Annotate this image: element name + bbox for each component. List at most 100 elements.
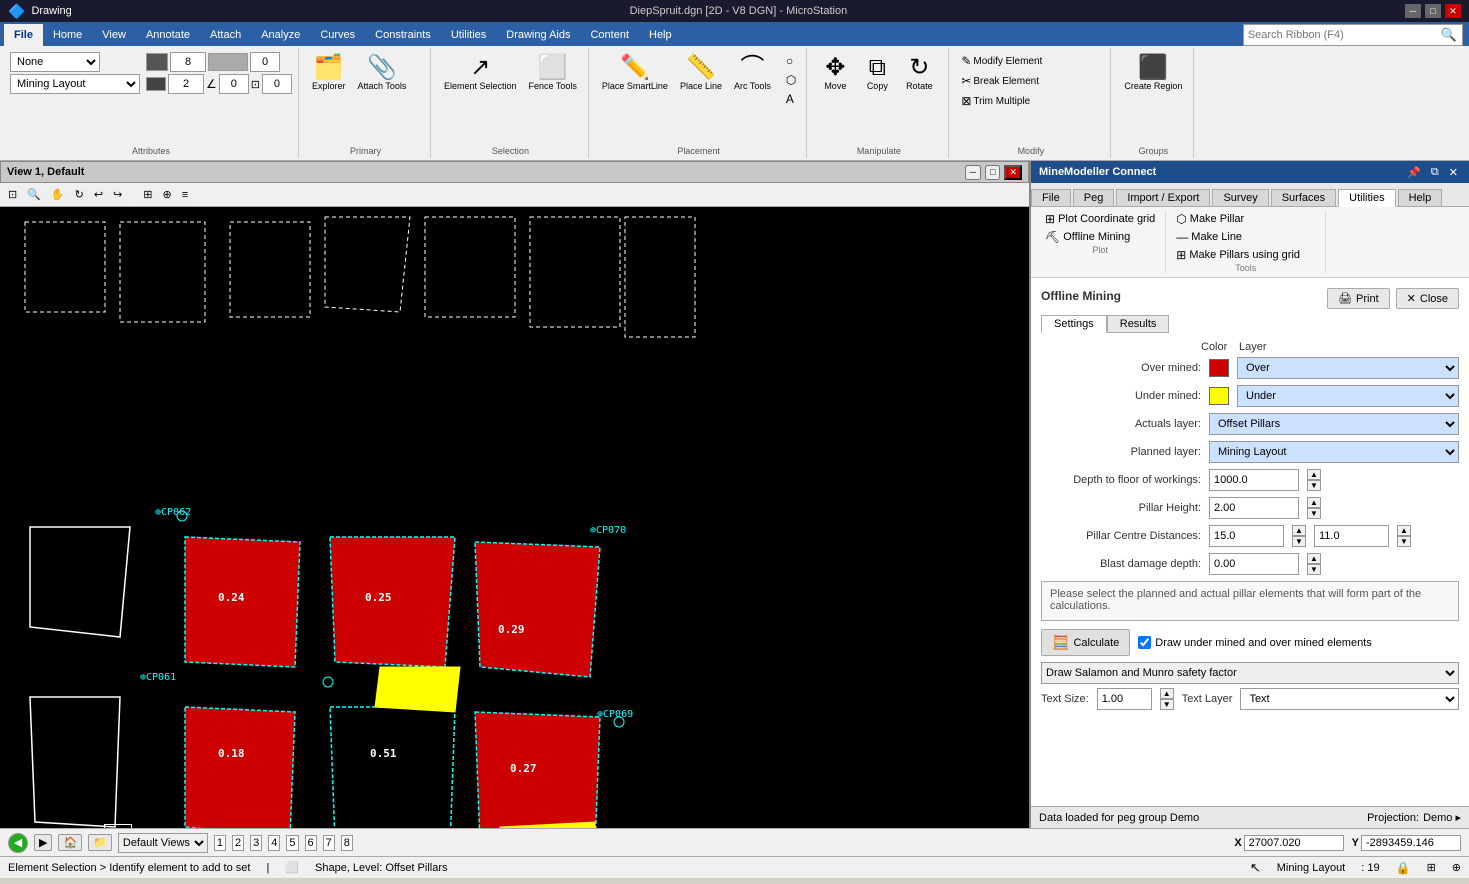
tab-home[interactable]: Home (43, 24, 92, 46)
vt-zoom-button[interactable]: 🔍 (23, 186, 45, 203)
settings-tab[interactable]: Settings (1041, 315, 1107, 333)
page-6[interactable]: 6 (305, 835, 317, 851)
mine-tab-help[interactable]: Help (1398, 189, 1443, 206)
mine-tab-file[interactable]: File (1031, 189, 1071, 206)
weight-swatch[interactable] (146, 77, 166, 91)
demo-button[interactable]: Demo ▸ (1423, 811, 1461, 824)
pillar-centre-v2-down-button[interactable]: ▼ (1397, 536, 1411, 547)
text-layer-select[interactable]: Text (1240, 688, 1459, 710)
mine-tab-surfaces[interactable]: Surfaces (1271, 189, 1336, 206)
results-tab[interactable]: Results (1107, 315, 1170, 333)
pillar-centre-v2-up-button[interactable]: ▲ (1397, 525, 1411, 536)
pillar-centre-v1-down-button[interactable]: ▼ (1292, 536, 1306, 547)
plot-coordinate-grid-button[interactable]: ⊞ Plot Coordinate grid (1043, 211, 1157, 227)
depth-input[interactable] (1209, 469, 1299, 491)
pillar-height-input[interactable] (1209, 497, 1299, 519)
vt-grid-button[interactable]: ⊞ (139, 186, 156, 203)
viewport-canvas[interactable]: ⊕CP062 ⊕CP070 ⊕CP061 ⊕CP069 0.24 0.25 0.… (0, 207, 1029, 828)
pillar-centre-v1-input[interactable] (1209, 525, 1284, 547)
text-size-down-button[interactable]: ▼ (1160, 699, 1174, 710)
trim-multiple-button[interactable]: ⊠ Trim Multiple (957, 92, 1104, 110)
over-mined-color-picker[interactable] (1209, 359, 1229, 377)
tab-curves[interactable]: Curves (310, 24, 365, 46)
tab-help[interactable]: Help (639, 24, 682, 46)
place-smartline-button[interactable]: ✏️ Place SmartLine (597, 52, 673, 94)
depth-down-button[interactable]: ▼ (1307, 480, 1321, 491)
weight-input[interactable] (168, 74, 204, 94)
viewport-minimize-button[interactable]: ─ (965, 165, 981, 180)
pillar-centre-v2-input[interactable] (1314, 525, 1389, 547)
panel-close-button[interactable]: ✕ (1446, 166, 1461, 179)
copy-button[interactable]: ⧉ Copy (857, 52, 897, 94)
move-button[interactable]: ✥ Move (815, 52, 855, 94)
scale-input[interactable] (262, 74, 292, 94)
page-5[interactable]: 5 (286, 835, 298, 851)
blast-damage-up-button[interactable]: ▲ (1307, 553, 1321, 564)
modify-element-button[interactable]: ✎ Modify Element (957, 52, 1104, 70)
depth-up-button[interactable]: ▲ (1307, 469, 1321, 480)
color-dropdown[interactable]: Mining Layout (10, 74, 140, 94)
maximize-button[interactable]: □ (1425, 4, 1441, 18)
panel-float-button[interactable]: ⧉ (1428, 166, 1442, 179)
page-7[interactable]: 7 (323, 835, 335, 851)
element-selection-button[interactable]: ↗ Element Selection (439, 52, 522, 94)
minimize-button[interactable]: ─ (1405, 4, 1421, 18)
page-3[interactable]: 3 (250, 835, 262, 851)
vt-pan-button[interactable]: ✋ (47, 186, 69, 203)
offline-mining-button[interactable]: ⛏ Offline Mining (1043, 229, 1157, 245)
over-mined-layer-select[interactable]: Over (1237, 357, 1459, 379)
close-window-button[interactable]: ✕ (1445, 4, 1461, 18)
tab-annotate[interactable]: Annotate (136, 24, 200, 46)
panel-pin-button[interactable]: 📌 (1404, 166, 1424, 179)
offline-mining-close-button[interactable]: ✕ Close (1396, 288, 1459, 309)
forward-button[interactable]: ▶ (34, 834, 52, 851)
break-element-button[interactable]: ✂ Break Element (957, 72, 1104, 90)
circle-tool-button[interactable]: ○ (782, 52, 800, 70)
fence-tools-button[interactable]: ⬜ Fence Tools (524, 52, 582, 94)
color-swatch[interactable] (146, 53, 168, 71)
polygon-tool-button[interactable]: ⬡ (782, 71, 800, 89)
calculate-button[interactable]: 🧮 Calculate (1041, 629, 1130, 656)
tab-drawing-aids[interactable]: Drawing Aids (496, 24, 580, 46)
make-pillars-grid-button[interactable]: ⊞ Make Pillars using grid (1174, 247, 1302, 263)
pillar-centre-v1-up-button[interactable]: ▲ (1292, 525, 1306, 536)
back-button[interactable]: ◀ (8, 833, 28, 853)
page-2[interactable]: 2 (232, 835, 244, 851)
blast-damage-input[interactable] (1209, 553, 1299, 575)
vt-rotate-button[interactable]: ↻ (71, 186, 88, 203)
actuals-layer-select[interactable]: Offset Pillars (1209, 413, 1459, 435)
place-line-button[interactable]: 📏 Place Line (675, 52, 727, 94)
arc-tools-button[interactable]: ⌒ Arc Tools (729, 52, 776, 94)
page-1[interactable]: 1 (214, 835, 226, 851)
under-mined-color-picker[interactable] (1209, 387, 1229, 405)
make-pillar-button[interactable]: ⬡ Make Pillar (1174, 211, 1302, 227)
rotate-button[interactable]: ↻ Rotate (899, 52, 939, 94)
folder-button[interactable]: 📁 (88, 834, 112, 851)
tab-attach[interactable]: Attach (200, 24, 251, 46)
mine-tab-utilities[interactable]: Utilities (1338, 189, 1395, 207)
search-ribbon-input[interactable] (1243, 24, 1463, 46)
planned-layer-select[interactable]: Mining Layout (1209, 441, 1459, 463)
vt-level-button[interactable]: ≡ (178, 187, 192, 203)
print-button[interactable]: 🖨 Print (1327, 288, 1390, 309)
tab-content[interactable]: Content (580, 24, 639, 46)
salamon-select[interactable]: Draw Salamon and Munro safety factor (1041, 662, 1459, 684)
explorer-button[interactable]: 🗂️ Explorer (307, 52, 351, 94)
tab-constraints[interactable]: Constraints (365, 24, 441, 46)
mine-tab-survey[interactable]: Survey (1212, 189, 1268, 206)
attach-tools-button[interactable]: 📎 Attach Tools (353, 52, 412, 94)
vt-fit-button[interactable]: ⊡ (4, 186, 21, 203)
mine-tab-import-export[interactable]: Import / Export (1116, 189, 1210, 206)
pillar-height-up-button[interactable]: ▲ (1307, 497, 1321, 508)
create-region-button[interactable]: ⬛ Create Region (1119, 52, 1187, 94)
level-dropdown[interactable]: None (10, 52, 100, 72)
mine-tab-peg[interactable]: Peg (1073, 189, 1115, 206)
vt-snap-button[interactable]: ⊕ (159, 186, 176, 203)
views-select[interactable]: Default Views (118, 833, 208, 853)
page-8[interactable]: 8 (341, 835, 353, 851)
style-input[interactable] (250, 52, 280, 72)
draw-checkbox[interactable] (1138, 636, 1151, 649)
text-size-input[interactable] (1097, 688, 1152, 710)
angle-input[interactable] (219, 74, 249, 94)
vt-undo-button[interactable]: ↩ (90, 186, 107, 203)
